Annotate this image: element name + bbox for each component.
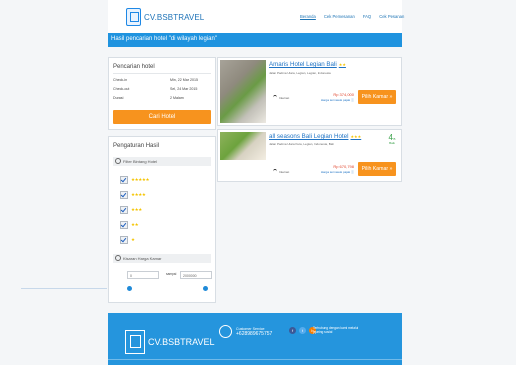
toggle-icon: [115, 255, 121, 261]
price-slider-min-handle[interactable]: [127, 286, 132, 291]
filter-panel-title: Pengaturan Hasil: [113, 143, 160, 149]
checkout-label: Check-out: [113, 87, 130, 91]
hotel-name-link[interactable]: all seasons Bali Legian Hotel ★★★: [269, 133, 361, 140]
hotel-card: all seasons Bali Legian Hotel ★★★ Jalan P…: [217, 129, 402, 182]
footer-logo[interactable]: CV.BSBTRAVEL: [125, 330, 215, 354]
wifi-icon: [273, 95, 277, 100]
hotel-name[interactable]: Amaris Hotel Legian Bali: [269, 61, 337, 68]
facility-label: Internet: [279, 95, 290, 100]
hotel-card: Amaris Hotel Legian Bali ★★ Jalan Padma U…: [217, 57, 402, 126]
customer-service: Customer Service +628989675757: [219, 325, 272, 338]
footer-divider: [108, 359, 402, 360]
footer-logo-text: CV.BSBTRAVEL: [148, 337, 215, 347]
brand-logo[interactable]: CV.BSBTRAVEL: [126, 7, 206, 27]
tax-included-note: Harga termasuk pajak ⓘ: [320, 170, 354, 174]
hotel-stars: ★★: [338, 62, 346, 67]
choose-room-button[interactable]: Pilih Kamar »: [358, 162, 396, 176]
social-links: f t b: [289, 327, 316, 334]
hotel-photo[interactable]: [220, 60, 266, 123]
checkout-value[interactable]: Sel, 24 Mar 2015: [170, 87, 197, 91]
hotel-address: Jalan Padma Utara, Legian, Legian, Indon…: [269, 71, 331, 75]
divider: [113, 73, 211, 74]
star-rating-label: ★★: [131, 221, 139, 227]
price-min-input[interactable]: 0: [127, 271, 159, 279]
price-slider-max-handle[interactable]: [203, 286, 208, 291]
star-rating-label: ★★★★: [131, 191, 146, 197]
search-result-bar: Hasil pencarian hotel "di wilayah legian…: [108, 33, 402, 47]
toggle-icon: [115, 158, 121, 164]
star-filter-label: Filter Bintang Hotel: [123, 159, 158, 164]
star-filter-1[interactable]: ★: [120, 235, 135, 244]
star-filter-5[interactable]: ★★★★★: [120, 175, 150, 184]
facility-label: Internet: [279, 169, 290, 174]
checkin-label: Check-in: [113, 78, 128, 82]
tax-included-note: Harga termasuk pajak ⓘ: [320, 98, 354, 102]
facebook-icon[interactable]: f: [289, 327, 296, 334]
checkbox-checked-icon[interactable]: [120, 220, 128, 229]
logo-text: CV.BSBTRAVEL: [144, 12, 205, 22]
checkin-value[interactable]: Min, 22 Mar 2015: [170, 78, 198, 82]
phone-icon: [219, 325, 232, 338]
checkbox-checked-icon[interactable]: [120, 190, 128, 199]
hotel-photo[interactable]: [220, 132, 266, 160]
twitter-icon[interactable]: t: [299, 327, 306, 334]
review-rating: 4/5 Baik: [387, 133, 397, 145]
hotel-facility: Internet: [273, 169, 289, 174]
choose-room-button[interactable]: Pilih Kamar »: [358, 90, 396, 104]
wifi-icon: [273, 169, 277, 174]
star-filter-2[interactable]: ★★: [120, 220, 139, 229]
logo-icon: [126, 8, 141, 26]
hotel-address: Jalan Padma Utara Kuta, Legian, Indonesi…: [269, 142, 334, 146]
hotel-name-link[interactable]: Amaris Hotel Legian Bali ★★: [269, 61, 346, 68]
hotel-facility: Internet: [273, 95, 289, 100]
star-filter-3[interactable]: ★★★: [120, 205, 142, 214]
star-filter-heading[interactable]: Filter Bintang Hotel: [113, 157, 211, 166]
star-filter-4[interactable]: ★★★★: [120, 190, 146, 199]
star-rating-label: ★★★: [131, 206, 142, 212]
nav-cek-pesanan[interactable]: Cek Pesanan: [379, 14, 404, 19]
search-panel-title: Pencarian hotel: [113, 64, 155, 70]
checkbox-checked-icon[interactable]: [120, 205, 128, 214]
rating-label: Baik: [389, 141, 395, 145]
duration-label: Durasi: [113, 96, 124, 100]
logo-icon: [125, 330, 145, 354]
price-slider-track[interactable]: [21, 288, 107, 289]
nav-faq[interactable]: FAQ: [363, 14, 371, 19]
search-hotel-button[interactable]: Cari Hotel: [113, 110, 211, 124]
hotel-name[interactable]: all seasons Bali Legian Hotel: [269, 133, 348, 140]
hotel-stars: ★★★: [350, 134, 362, 139]
search-result-title: Hasil pencarian hotel "di wilayah legian…: [111, 36, 217, 42]
star-rating-label: ★★★★★: [131, 176, 150, 182]
hotel-price: Rp 670,798: [333, 164, 354, 169]
nav-beranda[interactable]: Beranda: [300, 14, 316, 19]
checkbox-checked-icon[interactable]: [120, 175, 128, 184]
top-bar: CV.BSBTRAVEL Beranda Cek Pemesanan FAQ C…: [108, 0, 404, 33]
cs-phone: +628989675757: [236, 330, 273, 337]
price-filter-heading[interactable]: Kisaran Harga Kamar: [113, 254, 211, 263]
price-max-input[interactable]: 2000000: [180, 271, 212, 279]
footer: CV.BSBTRAVEL Customer Service +628989675…: [108, 313, 402, 365]
search-panel: Pencarian hotel Check-in Min, 22 Mar 201…: [108, 57, 216, 130]
filter-panel: Pengaturan Hasil Filter Bintang Hotel ★★…: [108, 136, 216, 303]
top-nav: Beranda Cek Pemesanan FAQ Cek Pesanan: [300, 14, 404, 19]
nav-cek-pemesanan[interactable]: Cek Pemesanan: [324, 14, 355, 19]
star-rating-label: ★: [131, 236, 135, 242]
hotel-price: Rp 374,000: [333, 92, 354, 97]
social-text: Terhubung dengan kami melalui jejaring s…: [313, 326, 359, 334]
price-to-label: sampai: [166, 272, 177, 276]
price-filter-label: Kisaran Harga Kamar: [123, 256, 162, 261]
checkbox-checked-icon[interactable]: [120, 235, 128, 244]
page: CV.BSBTRAVEL Beranda Cek Pemesanan FAQ C…: [0, 0, 516, 365]
duration-value[interactable]: 2 Malam: [170, 96, 184, 100]
